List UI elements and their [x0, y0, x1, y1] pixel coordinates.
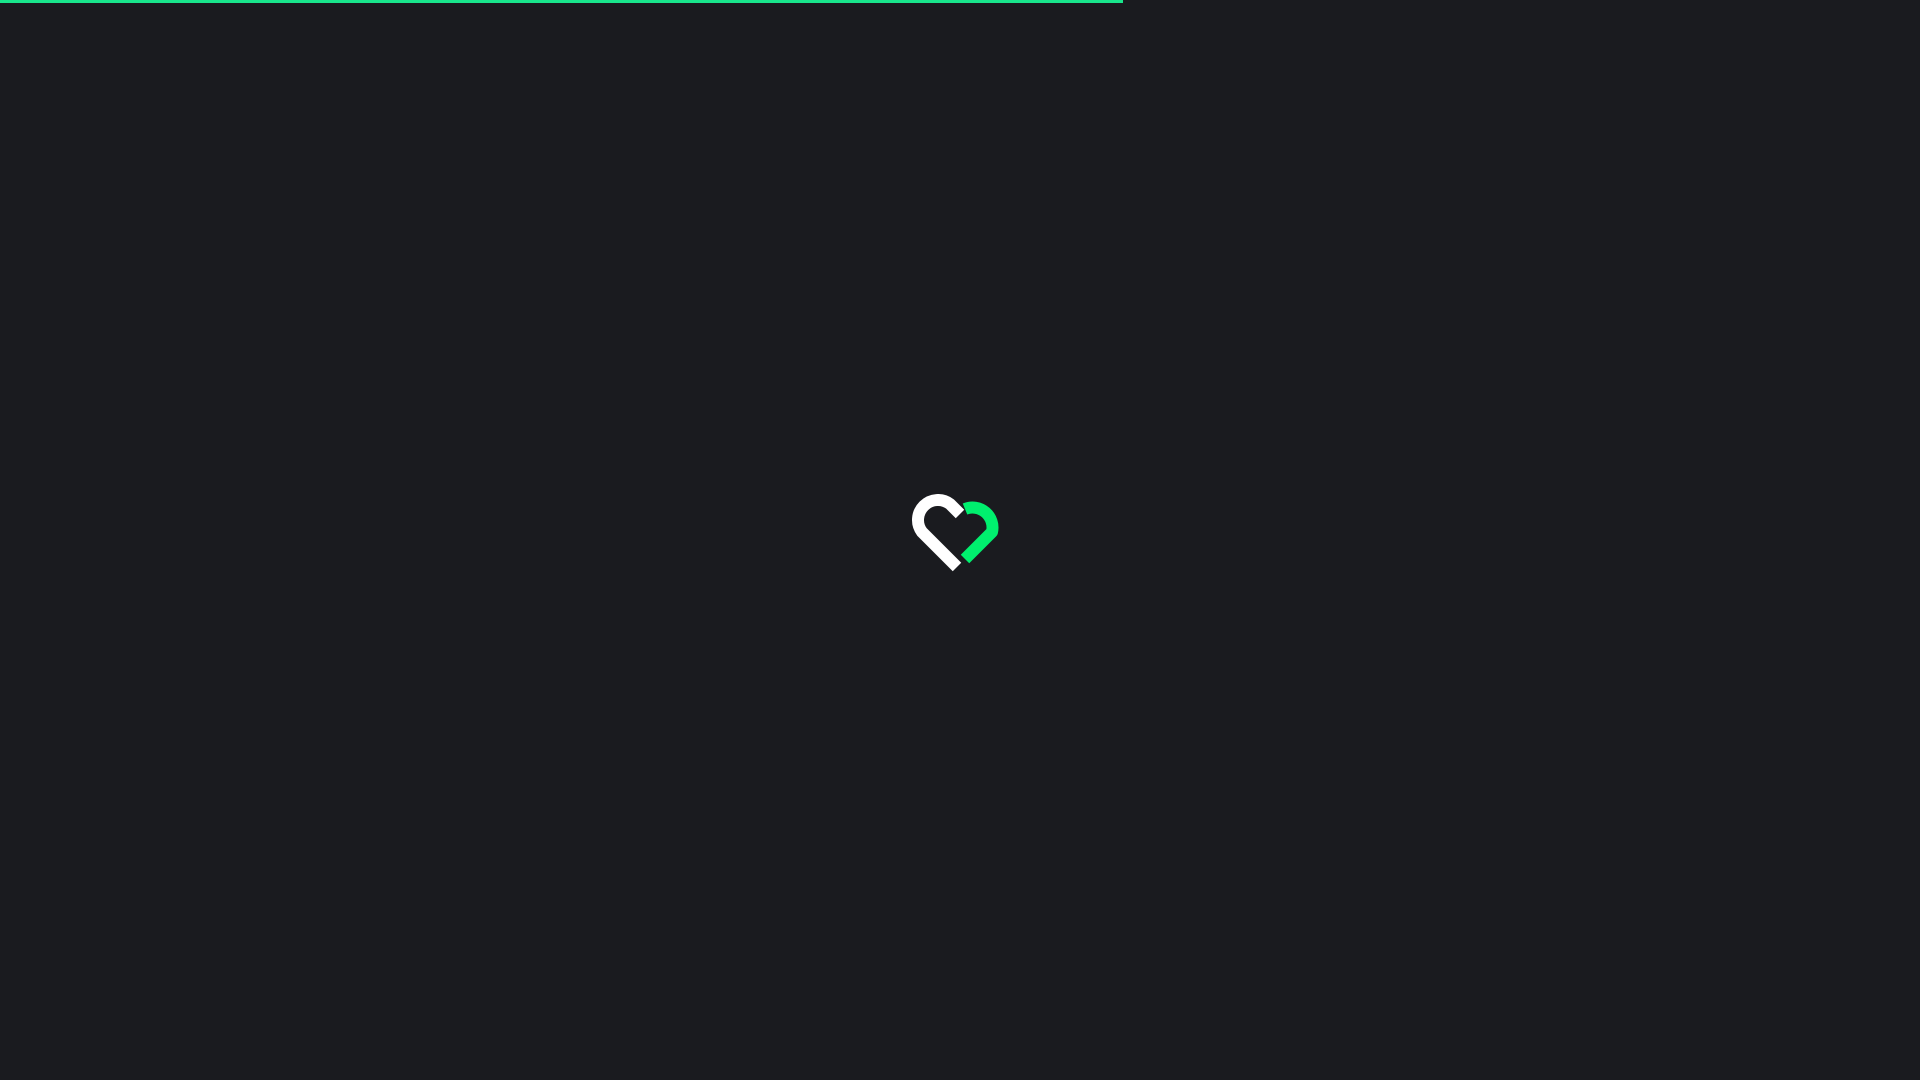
heart-logo-icon: [912, 494, 999, 572]
loading-screen: [0, 0, 1920, 1080]
loading-progress-fill: [0, 0, 1124, 3]
loading-progress-bar: [0, 0, 1920, 3]
